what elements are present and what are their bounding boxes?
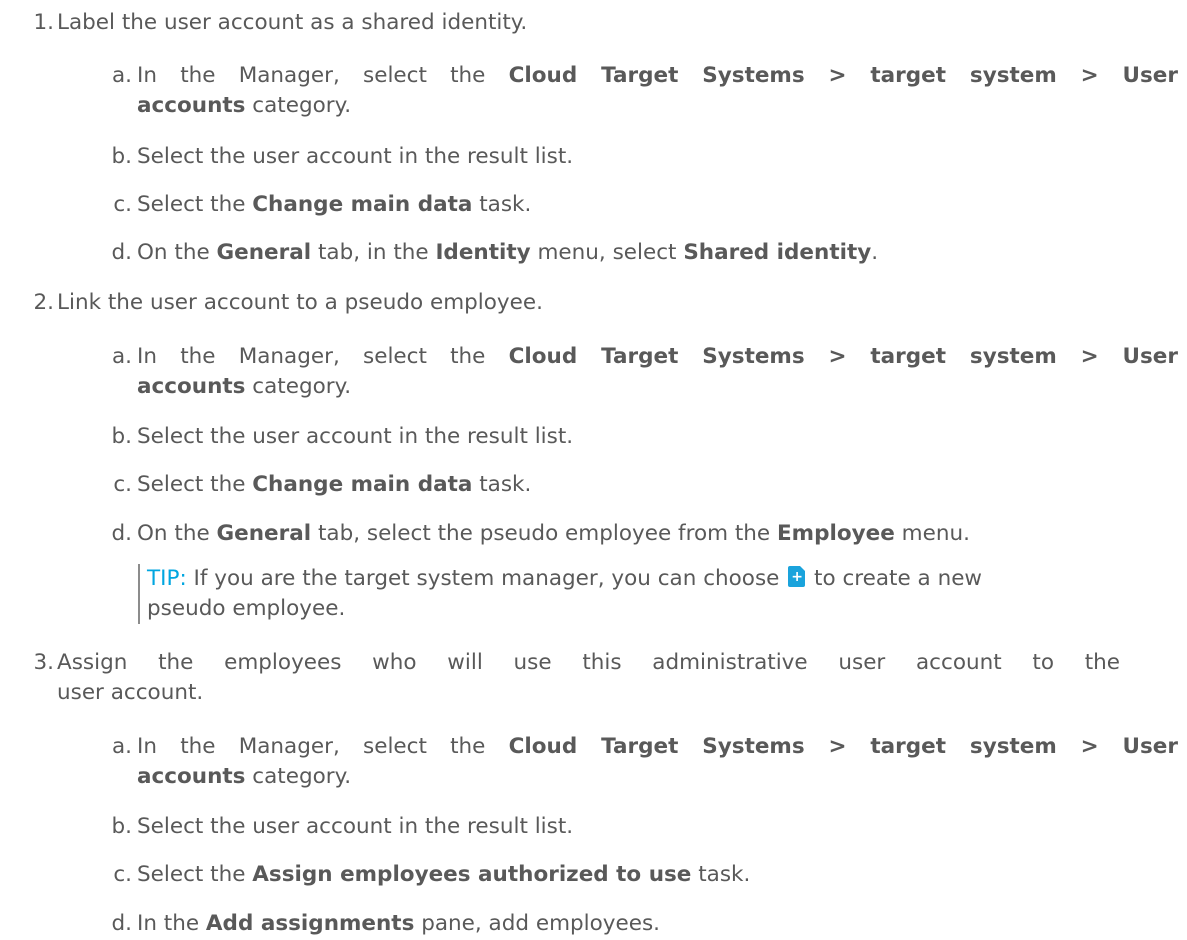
substep-text: accounts category. (137, 93, 352, 118)
step-number: 3. (33, 650, 54, 675)
substep-letter: d. (111, 911, 132, 936)
substep-text: Select the Change main data task. (137, 192, 532, 217)
substep-text: Select the user account in the result li… (137, 814, 574, 839)
substep-letter: a. (111, 63, 132, 88)
step-text: Link the user account to a pseudo employ… (57, 290, 543, 315)
substep-text: In the Manager, select the Cloud Target … (137, 344, 1178, 369)
substep-letter: d. (111, 521, 132, 546)
substep-text: Select the Assign employees authorized t… (137, 862, 751, 887)
substep-letter: b. (111, 424, 132, 449)
substep-letter: a. (111, 344, 132, 369)
substep-letter: c. (113, 472, 132, 497)
step-text: Label the user account as a shared ident… (57, 10, 528, 35)
step-number: 1. (33, 10, 54, 35)
substep-letter: b. (111, 814, 132, 839)
substep-text: In the Manager, select the Cloud Target … (137, 63, 1178, 88)
substep-text: On the General tab, select the pseudo em… (137, 521, 970, 546)
substep-text: Select the Change main data task. (137, 472, 532, 497)
tip-text: pseudo employee. (147, 596, 346, 621)
tip-bar (138, 564, 140, 624)
substep-letter: c. (113, 862, 132, 887)
tip-text: TIP: If you are the target system manage… (147, 563, 982, 595)
substep-text: On the General tab, in the Identity menu… (137, 240, 879, 265)
substep-letter: d. (111, 240, 132, 265)
add-new-icon (788, 566, 806, 587)
substep-letter: a. (111, 734, 132, 759)
step-number: 2. (33, 290, 54, 315)
substep-text: Select the user account in the result li… (137, 424, 574, 449)
substep-text: In the Add assignments pane, add employe… (137, 911, 661, 936)
step-text: user account. (57, 680, 204, 705)
substep-text: accounts category. (137, 374, 352, 399)
substep-text: Select the user account in the result li… (137, 144, 574, 169)
substep-text: accounts category. (137, 764, 352, 789)
substep-letter: b. (111, 144, 132, 169)
tip-label: TIP: (147, 566, 187, 591)
substep-letter: c. (113, 192, 132, 217)
substep-text: In the Manager, select the Cloud Target … (137, 734, 1178, 759)
step-text: Assign the employees who will use this a… (57, 650, 1120, 675)
